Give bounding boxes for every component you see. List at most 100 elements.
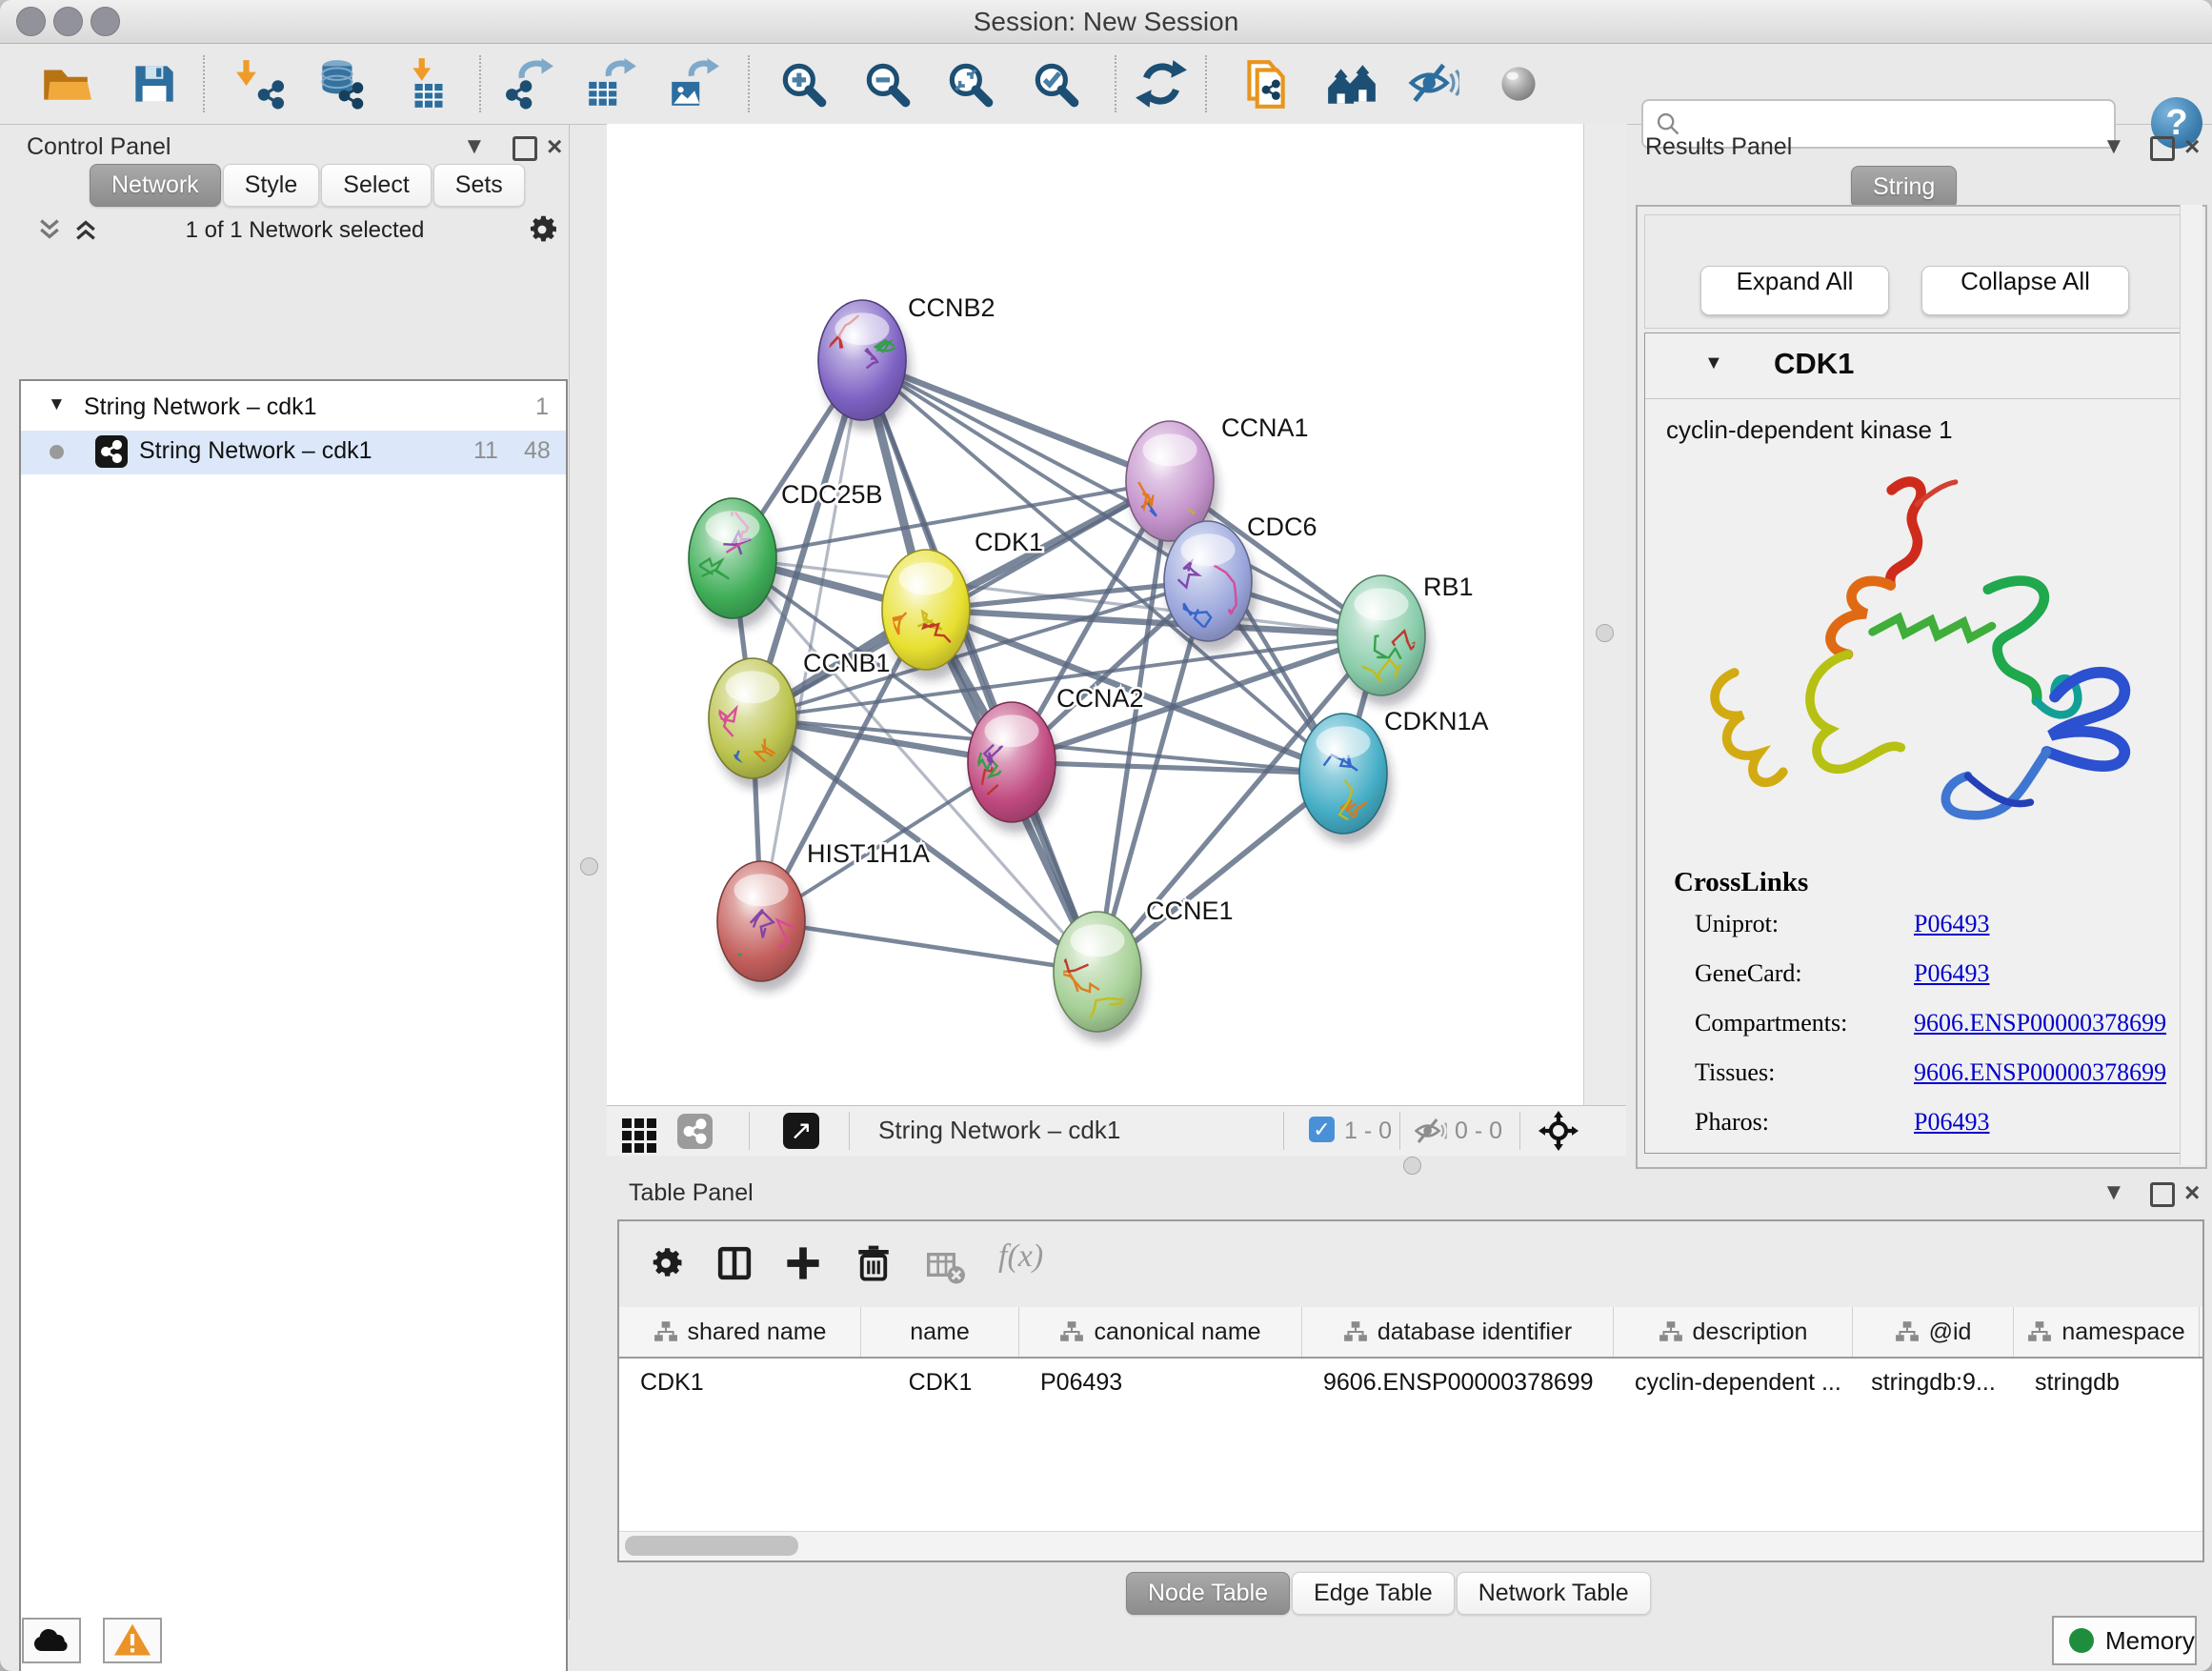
- crosslink-value-link[interactable]: 9606.ENSP00000378699: [1914, 1009, 2166, 1037]
- column-header-namespace[interactable]: namespace: [2014, 1307, 2200, 1357]
- tab-network-table[interactable]: Network Table: [1457, 1572, 1651, 1615]
- protein-collapse-icon[interactable]: ▼: [1704, 352, 1723, 374]
- export-table-button[interactable]: [583, 56, 638, 111]
- results-buttons-box: Expand All Collapse All: [1644, 214, 2195, 329]
- table-cell[interactable]: stringdb: [2014, 1359, 2200, 1406]
- table-cell[interactable]: CDK1: [861, 1359, 1019, 1406]
- column-header-canonical-name[interactable]: canonical name: [1019, 1307, 1302, 1357]
- expand-all-button[interactable]: Expand All: [1700, 266, 1889, 315]
- network-results-splitter[interactable]: [1583, 124, 1627, 1105]
- add-column-icon[interactable]: [783, 1243, 823, 1283]
- tab-string[interactable]: String: [1851, 166, 1957, 209]
- cloud-button[interactable]: [22, 1618, 81, 1663]
- table-row[interactable]: CDK1CDK1P064939606.ENSP00000378699cyclin…: [619, 1359, 2202, 1406]
- show-columns-icon[interactable]: [714, 1243, 754, 1283]
- left-splitter-handle[interactable]: [580, 857, 598, 876]
- crosslink-value-link[interactable]: P06493: [1914, 1108, 1989, 1137]
- save-session-button[interactable]: [126, 56, 181, 111]
- column-header-@id[interactable]: @id: [1853, 1307, 2014, 1357]
- zoom-in-button[interactable]: [775, 56, 831, 111]
- hide-graphics-details-button[interactable]: [1406, 56, 1461, 111]
- results-panel-close-icon[interactable]: ×: [2184, 131, 2200, 162]
- delete-table-icon[interactable]: [924, 1248, 968, 1286]
- hidden-eye-slash-icon[interactable]: [1413, 1117, 1447, 1145]
- import-table-button[interactable]: [401, 56, 456, 111]
- zoom-selected-button[interactable]: [1028, 56, 1083, 111]
- grid-view-icon[interactable]: [622, 1118, 656, 1153]
- expand-all-icon[interactable]: [70, 215, 101, 244]
- column-header-name[interactable]: name: [861, 1307, 1019, 1357]
- show-graphics-details-button[interactable]: [1491, 56, 1546, 111]
- results-panel-menu-icon[interactable]: ▼: [2102, 133, 2125, 160]
- import-network-database-button[interactable]: [312, 56, 367, 111]
- bottom-splitter-handle[interactable]: [1403, 1157, 1421, 1175]
- tab-edge-table[interactable]: Edge Table: [1292, 1572, 1455, 1615]
- fit-content-crosshair-icon[interactable]: [1538, 1111, 1579, 1151]
- refresh-view-button[interactable]: [1134, 56, 1189, 111]
- export-image-icon: [666, 56, 721, 111]
- open-session-button[interactable]: [38, 56, 93, 111]
- table-cell[interactable]: P06493: [1019, 1359, 1302, 1406]
- network-share-icon[interactable]: [677, 1114, 713, 1149]
- warning-button[interactable]: [103, 1618, 162, 1663]
- control-panel-menu-icon[interactable]: ▼: [463, 133, 486, 160]
- network-row-selected[interactable]: String Network – cdk1 11 48: [21, 431, 566, 474]
- network-canvas[interactable]: CCNB2CCNA1CDC25BCDK1CDC6RB1CCNB1CCNA2CDK…: [607, 124, 1584, 1105]
- network-collection-row[interactable]: ▼ String Network – cdk1 1: [21, 387, 566, 431]
- table-panel-menu-icon[interactable]: ▼: [2102, 1179, 2125, 1206]
- results-panel-float-icon[interactable]: [2150, 136, 2175, 161]
- table-panel-float-icon[interactable]: [2150, 1182, 2175, 1207]
- column-header-label: name: [910, 1319, 970, 1346]
- table-settings-gear-icon[interactable]: [646, 1243, 686, 1283]
- export-network-button[interactable]: [500, 56, 555, 111]
- network-options-gear-icon[interactable]: [524, 211, 560, 248]
- cloud-icon: [30, 1624, 72, 1657]
- crosslink-value-link[interactable]: P06493: [1914, 959, 1989, 988]
- crosslink-row: GeneCard:P06493: [1695, 959, 2181, 988]
- control-panel-close-icon[interactable]: ×: [547, 131, 562, 162]
- delete-icon[interactable]: [854, 1243, 894, 1283]
- import-network-file-button[interactable]: [232, 56, 288, 111]
- control-panel-float-icon[interactable]: [513, 136, 537, 161]
- crosslink-label: Compartments:: [1695, 1009, 1914, 1037]
- column-header-description[interactable]: description: [1614, 1307, 1853, 1357]
- zoom-fit-button[interactable]: [942, 56, 997, 111]
- node-table-container: f(x) shared name name canonical namedataba…: [617, 1219, 2204, 1562]
- selected-checkbox-icon[interactable]: ✓: [1309, 1117, 1335, 1142]
- function-builder-icon[interactable]: f(x): [998, 1238, 1043, 1275]
- memory-button[interactable]: Memory: [2052, 1616, 2197, 1665]
- toolbar-separator: [748, 55, 750, 112]
- birds-eye-view-icon[interactable]: ↗: [783, 1113, 819, 1149]
- network-clipboard-icon: [1237, 56, 1293, 111]
- tab-style[interactable]: Style: [223, 164, 320, 207]
- hscrollbar-thumb[interactable]: [625, 1536, 798, 1556]
- column-header-shared-name[interactable]: shared name: [619, 1307, 861, 1357]
- network-graph[interactable]: CCNB2CCNA1CDC25BCDK1CDC6RB1CCNB1CCNA2CDK…: [607, 124, 1583, 1105]
- crosslink-row: Uniprot:P06493: [1695, 910, 2181, 938]
- tree-expand-icon[interactable]: ▼: [48, 394, 66, 415]
- table-hscrollbar[interactable]: [619, 1531, 2202, 1560]
- crosslink-value-link[interactable]: 9606.ENSP00000378699: [1914, 1058, 2166, 1087]
- table-cell[interactable]: CDK1: [619, 1359, 861, 1406]
- collapse-all-button[interactable]: Collapse All: [1921, 266, 2129, 315]
- node-label-HIST1H1A: HIST1H1A: [807, 839, 930, 868]
- crosslink-value-link[interactable]: P06493: [1914, 910, 1989, 938]
- column-header-label: shared name: [688, 1319, 827, 1346]
- results-scrollbar[interactable]: [2180, 205, 2202, 1165]
- tab-sets[interactable]: Sets: [433, 164, 525, 207]
- tab-node-table[interactable]: Node Table: [1126, 1572, 1290, 1615]
- protein-card-header[interactable]: ▼ CDK1: [1645, 333, 2192, 399]
- tab-select[interactable]: Select: [321, 164, 431, 207]
- zoom-out-button[interactable]: [859, 56, 915, 111]
- table-cell[interactable]: 9606.ENSP00000378699: [1302, 1359, 1614, 1406]
- table-cell[interactable]: cyclin-dependent ...: [1614, 1359, 1853, 1406]
- export-image-button[interactable]: [666, 56, 721, 111]
- tab-network[interactable]: Network: [90, 164, 221, 207]
- table-panel-close-icon[interactable]: ×: [2184, 1178, 2200, 1208]
- network-clipboard-button[interactable]: [1237, 56, 1293, 111]
- string-home-button[interactable]: [1324, 56, 1379, 111]
- right-splitter-handle[interactable]: [1596, 624, 1614, 642]
- collapse-all-icon[interactable]: [34, 215, 65, 244]
- column-header-database-identifier[interactable]: database identifier: [1302, 1307, 1614, 1357]
- table-cell[interactable]: stringdb:9...: [1853, 1359, 2014, 1406]
